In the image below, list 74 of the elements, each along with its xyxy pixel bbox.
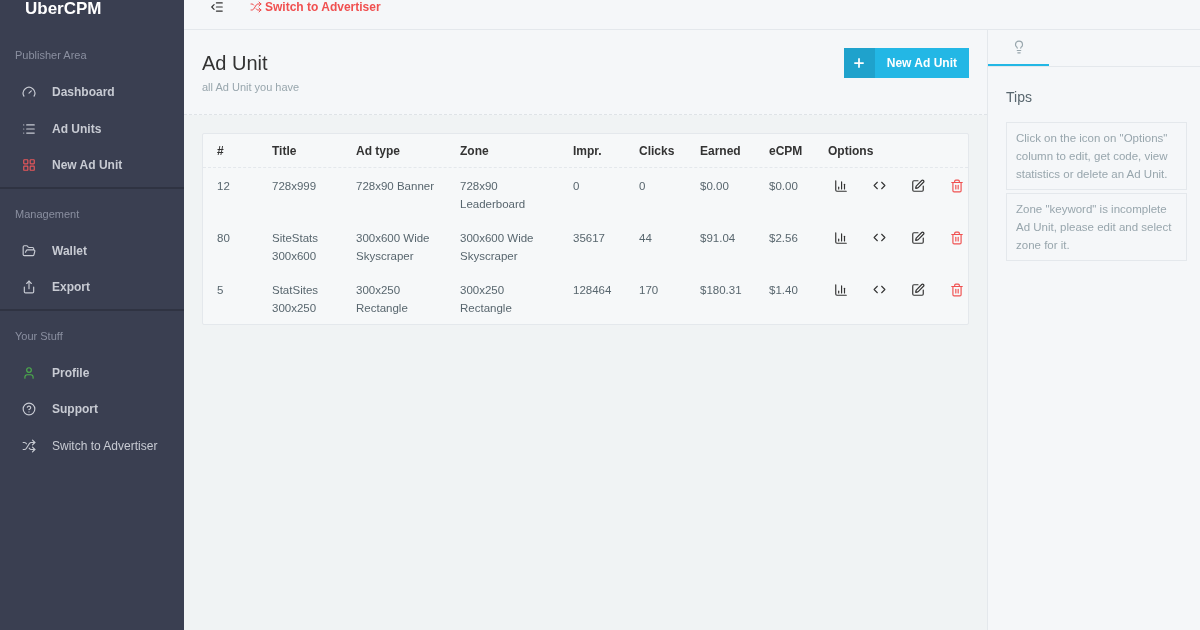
- nav-item[interactable]: Wallet: [0, 232, 184, 269]
- table-cell-text: $180.31: [700, 282, 743, 298]
- table-cell-text: 300x600 Wide Skyscraper: [460, 230, 535, 264]
- stats-icon[interactable]: [834, 178, 848, 193]
- nav-item[interactable]: Switch to Advertiser: [0, 427, 184, 464]
- column-header: Earned: [700, 144, 741, 158]
- tips-title: Tips: [1006, 88, 1033, 107]
- grid-icon: [22, 158, 36, 173]
- table-cell-text: 0: [573, 178, 581, 194]
- menu-icon[interactable]: [210, 0, 224, 14]
- table-cell-text: 44: [639, 230, 653, 246]
- column-header: Title: [272, 144, 297, 158]
- section-heading: Your Stuff: [15, 329, 63, 342]
- table-cell-text: $2.56: [769, 230, 799, 246]
- table-cell-text: SiteStats 300x600: [272, 230, 320, 264]
- edit-icon[interactable]: [911, 230, 925, 245]
- table-cell-text: 35617: [573, 230, 606, 246]
- section-heading: Management: [15, 207, 80, 220]
- nav-item[interactable]: Profile: [0, 354, 184, 391]
- nav-item[interactable]: New Ad Unit: [0, 147, 184, 184]
- logo: UberCPM: [25, 0, 102, 18]
- nav-item[interactable]: Support: [0, 391, 184, 428]
- help-icon: [22, 402, 36, 417]
- stats-icon[interactable]: [834, 230, 848, 245]
- shuffle-icon: [22, 438, 36, 453]
- table-cell-text: 128464: [573, 282, 613, 298]
- table-cell-text: $0.00: [769, 178, 799, 194]
- stats-icon[interactable]: [834, 282, 848, 297]
- table-cell-text: $91.04: [700, 230, 737, 246]
- nav-item[interactable]: Export: [0, 269, 184, 306]
- section-heading: Publisher Area: [15, 49, 87, 61]
- code-icon[interactable]: [873, 283, 886, 296]
- edit-icon[interactable]: [911, 282, 925, 297]
- tip-card: Zone "keyword" is incomplete Ad Unit, please edit and select zone for it.: [1006, 193, 1187, 261]
- table-cell-text: 12: [217, 178, 231, 194]
- code-icon[interactable]: [873, 179, 886, 192]
- nav-item[interactable]: Dashboard: [0, 74, 184, 111]
- column-header: Ad type: [356, 144, 400, 158]
- column-header: Zone: [460, 144, 489, 158]
- column-header: Options: [828, 144, 874, 158]
- switch-link[interactable]: Switch to Advertiser: [250, 0, 381, 14]
- column-header: Clicks: [639, 144, 675, 158]
- gauge-icon: [22, 85, 36, 100]
- table-cell-text: 728x90 Leaderboard: [460, 178, 527, 212]
- table-cell-text: StatSites 300x250: [272, 282, 320, 316]
- table-cell-text: $0.00: [700, 178, 730, 194]
- column-header: Impr.: [573, 144, 602, 158]
- table-cell-text: 728x90 Banner: [356, 178, 435, 194]
- tip-card: Click on the icon on "Options" column to edit, get code, view statistics or delete an Ad Unit.: [1006, 122, 1187, 190]
- table-cell-text: 300x250 Rectangle: [356, 282, 409, 316]
- folder-icon: [22, 243, 36, 258]
- page-subtitle: all Ad Unit you have: [202, 80, 300, 95]
- shuffle-icon: [250, 1, 262, 13]
- list-icon: [22, 121, 36, 136]
- table-cell-text: 728x999: [272, 178, 318, 194]
- plus-icon: [852, 56, 867, 70]
- nav-item[interactable]: Ad Units: [0, 110, 184, 147]
- column-header: eCPM: [769, 144, 803, 158]
- table-cell-text: 300x250 Rectangle: [460, 282, 513, 316]
- table-cell-text: 0: [639, 178, 647, 194]
- table-cell-text: 170: [639, 282, 660, 298]
- table-cell-text: 80: [217, 230, 231, 246]
- delete-icon[interactable]: [950, 282, 964, 297]
- table-cell-text: 5: [217, 282, 225, 298]
- edit-icon[interactable]: [911, 178, 925, 193]
- column-header: #: [217, 144, 224, 158]
- share-icon: [22, 280, 36, 295]
- code-icon[interactable]: [873, 231, 886, 244]
- table-cell-text: $1.40: [769, 282, 799, 298]
- delete-icon[interactable]: [950, 230, 964, 245]
- page-title: Ad Unit: [202, 51, 269, 76]
- user-icon: [22, 365, 36, 380]
- delete-icon[interactable]: [950, 178, 964, 193]
- table-cell-text: 300x600 Wide Skyscraper: [356, 230, 431, 264]
